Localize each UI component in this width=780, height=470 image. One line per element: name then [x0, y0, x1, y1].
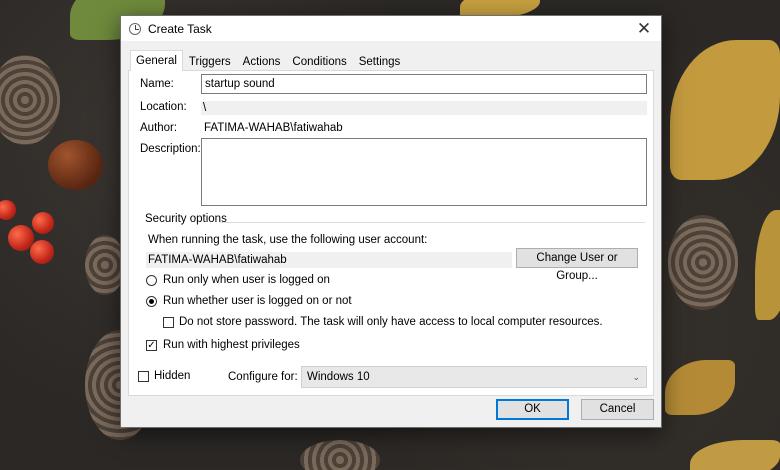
berry-decoration	[30, 240, 54, 264]
chestnut-decoration	[48, 140, 103, 190]
leaf-decoration	[670, 40, 780, 180]
pinecone-decoration	[668, 215, 738, 310]
hidden-checkbox[interactable]	[138, 371, 149, 382]
clock-icon	[129, 22, 141, 35]
leaf-decoration	[665, 360, 735, 415]
configure-for-label: Configure for:	[228, 371, 298, 383]
close-icon: ✕	[636, 18, 652, 38]
tab-conditions[interactable]: Conditions	[286, 52, 352, 71]
description-textarea[interactable]	[201, 138, 647, 206]
hidden-label[interactable]: Hidden	[154, 370, 190, 382]
tab-triggers[interactable]: Triggers	[183, 52, 237, 71]
name-input[interactable]: startup sound	[201, 74, 647, 94]
ok-button[interactable]: OK	[496, 399, 569, 420]
highest-privileges-checkbox[interactable]	[146, 340, 157, 351]
cancel-button[interactable]: Cancel	[581, 399, 654, 420]
location-value: \	[201, 101, 647, 115]
user-account-value: FATIMA-WAHAB\fatiwahab	[146, 252, 512, 268]
tab-general[interactable]: General	[130, 50, 183, 71]
highest-privileges-label[interactable]: Run with highest privileges	[163, 339, 300, 351]
create-task-dialog: Create Task ✕ General Triggers Actions C…	[120, 15, 662, 428]
run-only-logged-on-radio[interactable]	[146, 275, 157, 286]
tab-actions[interactable]: Actions	[237, 52, 287, 71]
title-bar[interactable]: Create Task ✕	[121, 16, 661, 41]
tab-strip: General Triggers Actions Conditions Sett…	[130, 50, 407, 71]
security-options-heading: Security options	[145, 213, 227, 225]
close-button[interactable]: ✕	[627, 16, 661, 41]
leaf-decoration	[755, 210, 780, 320]
name-label: Name:	[140, 78, 174, 90]
run-whether-logged-on-label[interactable]: Run whether user is logged on or not	[163, 295, 352, 307]
pinecone-decoration	[0, 55, 60, 145]
change-user-button[interactable]: Change User or Group...	[516, 248, 638, 282]
do-not-store-password-checkbox[interactable]	[163, 317, 174, 328]
run-whether-logged-on-radio[interactable]	[146, 296, 157, 307]
leaf-decoration	[690, 440, 780, 470]
configure-for-select[interactable]: Windows 10 ⌄	[301, 366, 647, 388]
chevron-down-icon: ⌄	[632, 372, 640, 382]
berry-decoration	[0, 200, 16, 220]
configure-for-value: Windows 10	[307, 371, 370, 383]
pinecone-decoration	[85, 235, 125, 295]
do-not-store-password-label[interactable]: Do not store password. The task will onl…	[179, 316, 603, 328]
run-only-logged-on-label[interactable]: Run only when user is logged on	[163, 274, 330, 286]
pinecone-decoration	[300, 440, 380, 470]
security-group-divider	[220, 222, 645, 223]
description-label: Description:	[140, 143, 201, 155]
author-value: FATIMA-WAHAB\fatiwahab	[204, 122, 343, 134]
berry-decoration	[32, 212, 54, 234]
account-prompt: When running the task, use the following…	[148, 234, 428, 246]
tab-settings[interactable]: Settings	[353, 52, 407, 71]
location-label: Location:	[140, 101, 187, 113]
author-label: Author:	[140, 122, 178, 134]
window-title: Create Task	[148, 21, 212, 36]
